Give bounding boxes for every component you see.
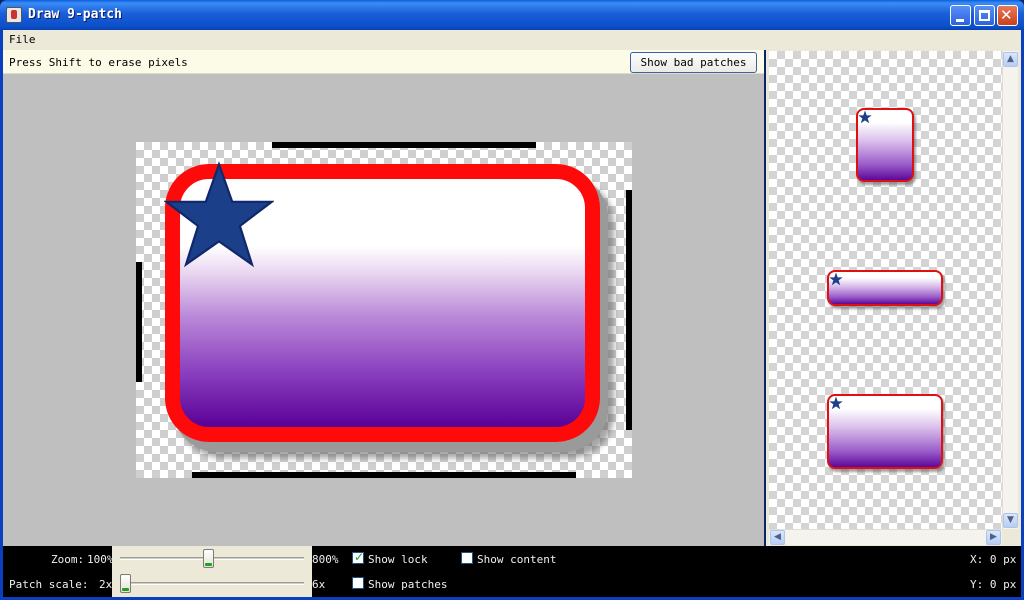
show-patches-checkbox[interactable]: [352, 577, 364, 589]
menu-bar: File: [3, 30, 1021, 50]
preview-both-stretch: [827, 394, 943, 469]
scroll-left-icon[interactable]: ◀: [770, 530, 785, 545]
menu-file[interactable]: File: [9, 33, 36, 46]
preview-pane: ▲ ▼ ◀ ▶: [766, 50, 1021, 546]
show-lock-checkbox[interactable]: ✓: [352, 550, 365, 564]
patch-scale-slider-track[interactable]: [120, 582, 304, 585]
zoom-max-label: 800%: [312, 553, 339, 566]
x-coordinate-readout: X: 0 px: [970, 553, 1017, 566]
maximize-icon: [979, 10, 990, 21]
zoom-slider-thumb[interactable]: [203, 549, 215, 568]
slider-panel: [112, 546, 312, 597]
patch-scale-slider-thumb[interactable]: [120, 574, 131, 593]
patch-marker-right[interactable]: [626, 190, 632, 430]
scroll-down-icon[interactable]: ▼: [1003, 513, 1018, 528]
preview-horizontal-stretch: [827, 270, 943, 306]
patch-scale-min-label: 2x: [99, 578, 113, 591]
minimize-button[interactable]: [950, 5, 971, 26]
minimize-icon: [956, 19, 964, 22]
show-lock-label[interactable]: Show lock: [368, 553, 428, 566]
image-canvas[interactable]: [136, 142, 632, 478]
scroll-right-icon[interactable]: ▶: [986, 530, 1001, 545]
hint-bar: Press Shift to erase pixels Show bad pat…: [3, 50, 764, 74]
preview-horizontal-scrollbar[interactable]: ◀ ▶: [769, 529, 1002, 545]
zoom-min-label: 100%: [87, 553, 114, 566]
patch-scale-max-label: 6x: [312, 578, 326, 591]
scroll-up-icon[interactable]: ▲: [1003, 52, 1018, 67]
checkmark-icon: ✓: [354, 550, 365, 564]
y-coordinate-readout: Y: 0 px: [970, 578, 1017, 591]
star-icon: [829, 272, 843, 286]
preview-vertical-scrollbar[interactable]: ▲ ▼: [1002, 51, 1018, 529]
show-patches-label[interactable]: Show patches: [368, 578, 447, 591]
show-content-checkbox[interactable]: [461, 552, 473, 564]
java-app-icon: [6, 7, 22, 23]
title-bar: Draw 9-patch ✕: [0, 0, 1024, 30]
preview-area[interactable]: [769, 51, 1002, 529]
patch-scale-label: Patch scale:: [9, 578, 89, 591]
close-icon: ✕: [1000, 6, 1013, 24]
control-bar: Zoom: 100% Patch scale: 2x 800% 6x ✓ Sho…: [3, 546, 1021, 597]
patch-marker-bottom[interactable]: [192, 472, 576, 478]
zoom-label: Zoom:: [51, 553, 85, 566]
hint-text: Press Shift to erase pixels: [9, 56, 188, 69]
window-title: Draw 9-patch: [28, 7, 122, 22]
close-button[interactable]: ✕: [997, 5, 1018, 26]
show-content-label[interactable]: Show content: [477, 553, 556, 566]
patch-marker-left[interactable]: [136, 262, 142, 382]
maximize-button[interactable]: [974, 5, 995, 26]
star-icon: [858, 110, 872, 124]
preview-vertical-stretch: [856, 108, 914, 182]
star-icon: [164, 161, 274, 268]
show-bad-patches-button[interactable]: Show bad patches: [630, 52, 757, 73]
patch-marker-top[interactable]: [272, 142, 536, 148]
patch-editor: Press Shift to erase pixels Show bad pat…: [3, 50, 764, 546]
star-icon: [829, 396, 843, 410]
